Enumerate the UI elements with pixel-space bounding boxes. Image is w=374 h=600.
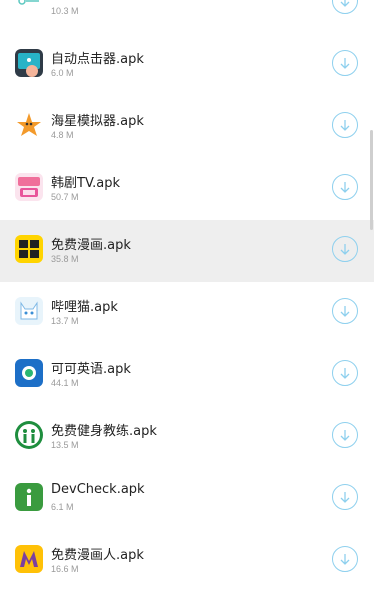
- download-button[interactable]: [332, 174, 358, 200]
- file-name: 海星模拟器.apk: [51, 114, 144, 129]
- file-name: 免费健身教练.apk: [51, 424, 157, 439]
- apk-file-list: 10.3 M 自动点击器.apk 6.0 M 海星模拟器.apk 4.8 M 韩…: [0, 0, 374, 592]
- download-arrow-icon: [340, 120, 350, 131]
- devcheck-icon: [15, 483, 43, 511]
- file-size: 6.0 M: [51, 68, 74, 78]
- file-name: 免费漫画.apk: [51, 238, 131, 253]
- list-item[interactable]: 10.3 M: [0, 0, 374, 34]
- file-size: 13.7 M: [51, 316, 79, 326]
- download-button[interactable]: [332, 546, 358, 572]
- starfish-icon: [15, 111, 43, 139]
- list-item[interactable]: 免费健身教练.apk 13.5 M: [0, 406, 374, 468]
- download-button[interactable]: [332, 236, 358, 262]
- file-name: 自动点击器.apk: [51, 52, 144, 67]
- download-button[interactable]: [332, 422, 358, 448]
- file-size: 35.8 M: [51, 254, 79, 264]
- file-name: 可可英语.apk: [51, 362, 131, 377]
- list-item[interactable]: DevCheck.apk 6.1 M: [0, 468, 374, 530]
- download-arrow-icon: [340, 182, 350, 193]
- download-arrow-icon: [340, 306, 350, 317]
- dots-icon: [15, 0, 43, 15]
- manhuaren-icon: [15, 545, 43, 573]
- download-arrow-icon: [340, 244, 350, 255]
- file-size: 16.6 M: [51, 564, 79, 574]
- list-item[interactable]: 自动点击器.apk 6.0 M: [0, 34, 374, 96]
- free-comics-icon: [15, 235, 43, 263]
- download-button[interactable]: [332, 112, 358, 138]
- file-size: 6.1 M: [51, 502, 74, 512]
- file-size: 4.8 M: [51, 130, 74, 140]
- file-name: DevCheck.apk: [51, 482, 145, 497]
- auto-clicker-icon: [15, 49, 43, 77]
- file-size: 44.1 M: [51, 378, 79, 388]
- download-arrow-icon: [340, 554, 350, 565]
- file-size: 10.3 M: [51, 6, 79, 16]
- list-item[interactable]: 免费漫画人.apk 16.6 M: [0, 530, 374, 592]
- download-arrow-icon: [340, 0, 350, 7]
- korean-tv-icon: [15, 173, 43, 201]
- download-button[interactable]: [332, 484, 358, 510]
- list-item[interactable]: 海星模拟器.apk 4.8 M: [0, 96, 374, 158]
- file-name: 免费漫画人.apk: [51, 548, 144, 563]
- file-name: 韩剧TV.apk: [51, 176, 121, 191]
- list-item[interactable]: 哔哩猫.apk 13.7 M: [0, 282, 374, 344]
- scrollbar[interactable]: [370, 130, 373, 230]
- download-arrow-icon: [340, 58, 350, 69]
- download-arrow-icon: [340, 430, 350, 441]
- fitness-coach-icon: [15, 421, 43, 449]
- file-name: 哔哩猫.apk: [51, 300, 118, 315]
- download-arrow-icon: [340, 368, 350, 379]
- download-button[interactable]: [332, 360, 358, 386]
- bili-cat-icon: [15, 297, 43, 325]
- keke-english-icon: [15, 359, 43, 387]
- file-size: 50.7 M: [51, 192, 79, 202]
- list-item[interactable]: 可可英语.apk 44.1 M: [0, 344, 374, 406]
- download-button[interactable]: [332, 298, 358, 324]
- download-button[interactable]: [332, 50, 358, 76]
- download-button[interactable]: [332, 0, 358, 14]
- download-arrow-icon: [340, 492, 350, 503]
- list-item[interactable]: 免费漫画.apk 35.8 M: [0, 220, 374, 282]
- file-size: 13.5 M: [51, 440, 79, 450]
- list-item[interactable]: 韩剧TV.apk 50.7 M: [0, 158, 374, 220]
